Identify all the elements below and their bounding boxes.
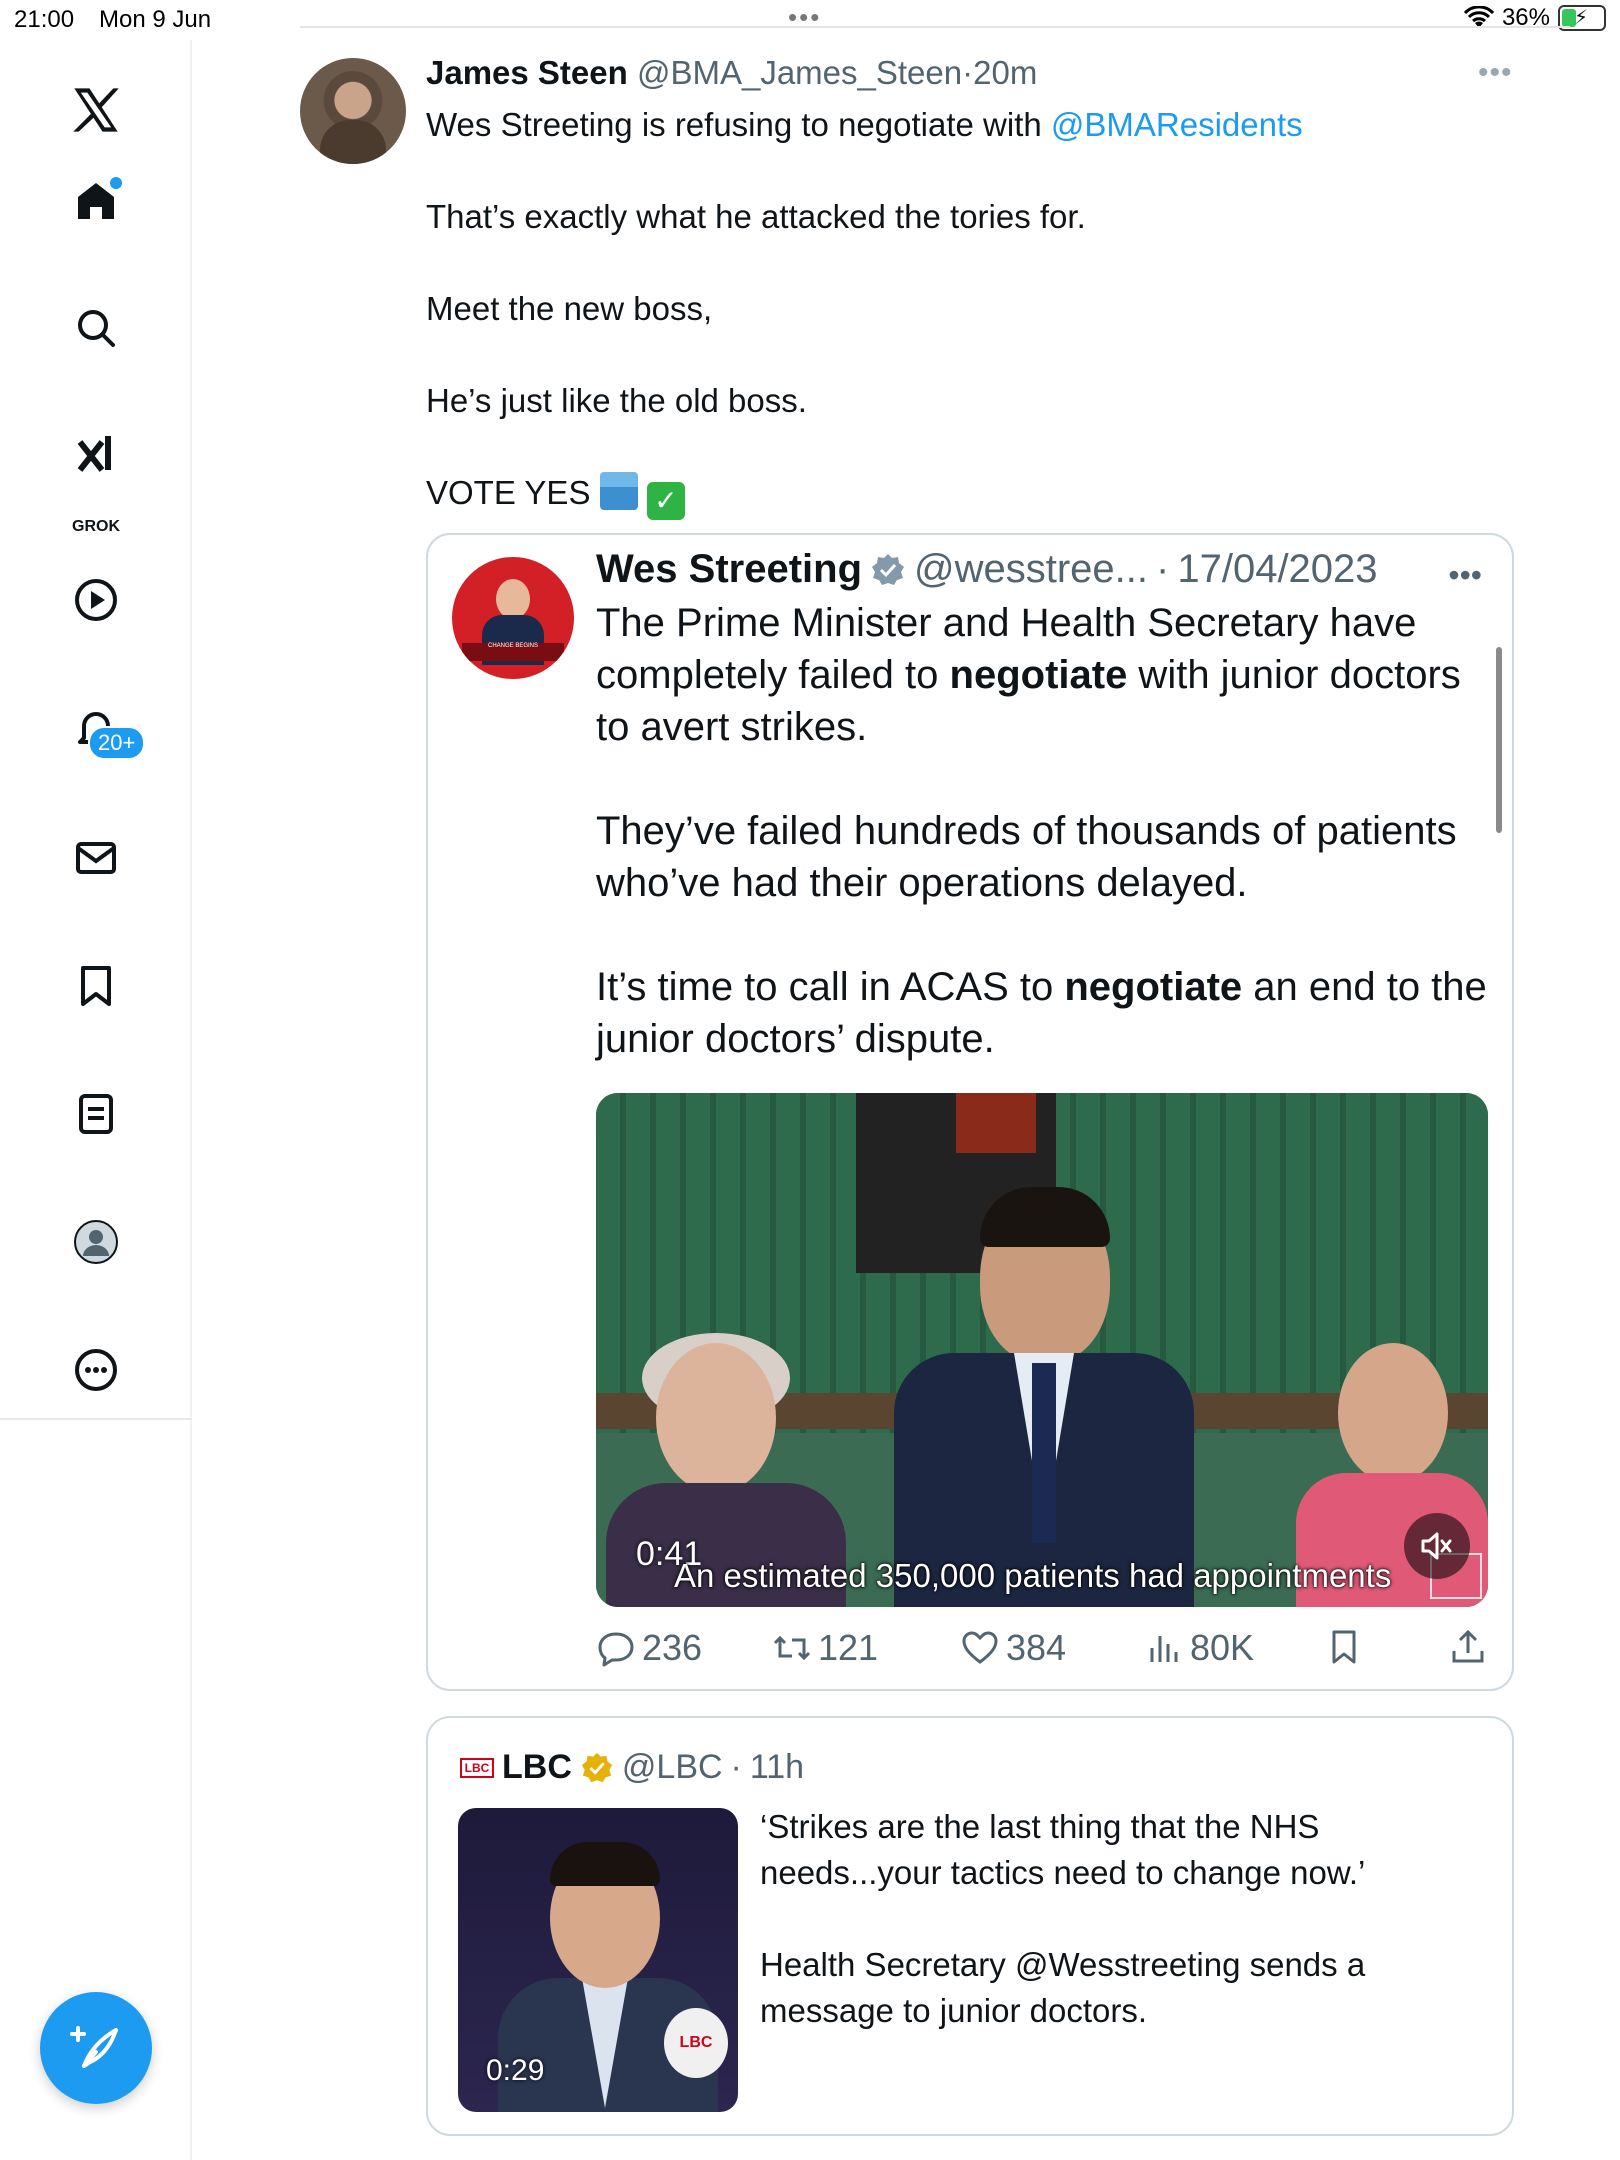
reply-icon: [598, 1632, 634, 1667]
lbc-video-duration: 0:29: [486, 2054, 545, 2087]
verified-gold-badge-icon: [581, 1752, 613, 1782]
sidebar-item-home[interactable]: [68, 173, 124, 229]
lbc-header: LBC LBC @LBC · 11h: [460, 1748, 804, 1787]
sidebar-item-lists[interactable]: [68, 1086, 124, 1142]
sidebar-item-messages[interactable]: [68, 830, 124, 886]
status-time: 21:00: [14, 6, 75, 33]
sidebar-item-grok[interactable]: [68, 426, 124, 482]
tweet-line-5: VOTE YES: [426, 474, 591, 511]
quote-author-avatar[interactable]: CHANGE BEGINS: [452, 557, 574, 679]
tweet-line-4: He’s just like the old boss.: [426, 382, 807, 419]
repost-icon: [773, 1635, 811, 1661]
lbc-author-handle[interactable]: @LBC: [622, 1748, 723, 1787]
tweet-time[interactable]: 20m: [973, 54, 1037, 91]
sidebar-item-bookmarks[interactable]: [68, 958, 124, 1014]
author-avatar[interactable]: [300, 58, 406, 164]
compose-icon: [70, 2026, 118, 2068]
quoted-tweet[interactable]: CHANGE BEGINS Wes Streeting @wesstree...…: [426, 533, 1514, 1691]
tweet-text: Wes Streeting is refusing to negotiate w…: [426, 102, 1526, 566]
mail-icon: [76, 842, 116, 874]
views-icon: [1150, 1636, 1178, 1662]
search-icon: [78, 310, 115, 347]
lbc-video-thumbnail[interactable]: LBC 0:29: [458, 1808, 738, 2112]
separator-dot: ·: [1156, 547, 1170, 591]
more-icon: [75, 1349, 117, 1391]
avatar-banner-text: CHANGE BEGINS: [462, 643, 564, 661]
share-button[interactable]: [1448, 1627, 1488, 1667]
like-button[interactable]: 384: [960, 1627, 1066, 1669]
muted-speaker-icon: [1421, 1532, 1452, 1560]
home-unread-dot: [110, 177, 122, 189]
lbc-paragraph-1: ‘Strikes are the last thing that the NHS…: [760, 1808, 1366, 1891]
notifications-badge: 20+: [88, 726, 146, 760]
quote-header: Wes Streeting @wesstree... · 17/04/2023: [596, 547, 1378, 592]
sidebar-item-videos[interactable]: [68, 572, 124, 628]
tweet-more-button[interactable]: •••: [1478, 56, 1513, 90]
verified-badge-icon: [872, 553, 904, 585]
video-speaker: [894, 1187, 1194, 1607]
repost-count: 121: [818, 1627, 879, 1668]
microphone-logo: LBC: [664, 2008, 728, 2078]
quote-date[interactable]: 17/04/2023: [1177, 547, 1377, 592]
separator-dot: ·: [962, 54, 974, 91]
lbc-logo-icon: LBC: [460, 1757, 494, 1778]
bookmark-icon: [81, 966, 111, 1006]
lbc-author-name[interactable]: LBC: [502, 1748, 572, 1787]
scrollbar[interactable]: [1496, 647, 1502, 833]
lbc-quoted-tweet[interactable]: LBC LBC @LBC · 11h LBC 0:29 ‘Strikes are t…: [426, 1716, 1514, 2136]
sidebar: GROK 20+: [0, 40, 192, 2160]
tweet-line-3: Meet the new boss,: [426, 290, 713, 327]
bookmark-icon: [1332, 1630, 1356, 1664]
mention-link[interactable]: @BMAResidents: [1051, 106, 1303, 143]
x-logo-icon[interactable]: [68, 82, 124, 138]
quote-author-name[interactable]: Wes Streeting: [596, 547, 862, 592]
share-icon: [1452, 1629, 1484, 1663]
check-mark-icon: ✓: [646, 482, 685, 520]
sidebar-item-more[interactable]: [68, 1342, 124, 1398]
reply-count: 236: [642, 1627, 703, 1668]
video-player[interactable]: 0:41 An estimated 350,000 patients had a…: [596, 1093, 1488, 1607]
sidebar-divider: [0, 1418, 192, 1420]
views-button[interactable]: 80K: [1144, 1627, 1254, 1669]
sidebar-item-explore[interactable]: [68, 300, 124, 356]
compose-button[interactable]: [40, 1992, 152, 2104]
tweet-actions: 236 121 384 80K: [596, 1627, 1496, 1677]
author-handle[interactable]: @BMA_James_Steen: [637, 54, 962, 91]
ballot-box-icon: [599, 472, 638, 510]
tweet-header: James Steen @BMA_James_Steen·20m: [426, 54, 1037, 92]
repost-button[interactable]: 121: [772, 1627, 878, 1669]
top-divider: [300, 26, 1570, 28]
quote-more-button[interactable]: •••: [1448, 557, 1482, 594]
lbc-text: ‘Strikes are the last thing that the NHS…: [760, 1804, 1480, 2080]
grok-icon: [77, 436, 111, 472]
author-name[interactable]: James Steen: [426, 54, 628, 91]
quote-text: The Prime Minister and Health Secretary …: [596, 597, 1496, 1117]
profile-icon: [74, 1220, 118, 1264]
quote-text-bold: negotiate: [949, 653, 1128, 697]
quote-paragraph-2: They’ve failed hundreds of thousands of …: [596, 809, 1457, 905]
play-icon: [75, 579, 117, 621]
mute-button[interactable]: [1404, 1513, 1470, 1579]
tweet-line-2: That’s exactly what he attacked the tori…: [426, 198, 1086, 235]
list-icon: [79, 1094, 113, 1134]
video-caption: An estimated 350,000 patients had appoin…: [674, 1557, 1392, 1594]
reply-button[interactable]: 236: [596, 1627, 702, 1669]
separator-dot: ·: [730, 1748, 742, 1786]
like-count: 384: [1006, 1627, 1067, 1668]
status-date: Mon 9 Jun: [99, 6, 212, 33]
bookmark-button[interactable]: [1324, 1627, 1364, 1667]
status-bar: 21:00 Mon 9 Jun ••• 36% ⚡: [0, 0, 1620, 40]
sidebar-item-profile[interactable]: [68, 1214, 124, 1270]
multitask-dots[interactable]: •••: [788, 2, 821, 33]
grok-label: GROK: [72, 518, 120, 535]
lbc-time[interactable]: 11h: [750, 1748, 804, 1787]
tweet-line-1: Wes Streeting is refusing to negotiate w…: [426, 106, 1051, 143]
heart-icon: [962, 1631, 998, 1664]
quote-text-bold: negotiate: [1064, 965, 1243, 1009]
quote-text-part: It’s time to call in ACAS to: [596, 965, 1065, 1009]
quote-author-handle[interactable]: @wesstree...: [914, 547, 1148, 592]
lbc-paragraph-2: Health Secretary @Wesstreeting sends a m…: [760, 1946, 1366, 2029]
views-count: 80K: [1190, 1627, 1255, 1668]
